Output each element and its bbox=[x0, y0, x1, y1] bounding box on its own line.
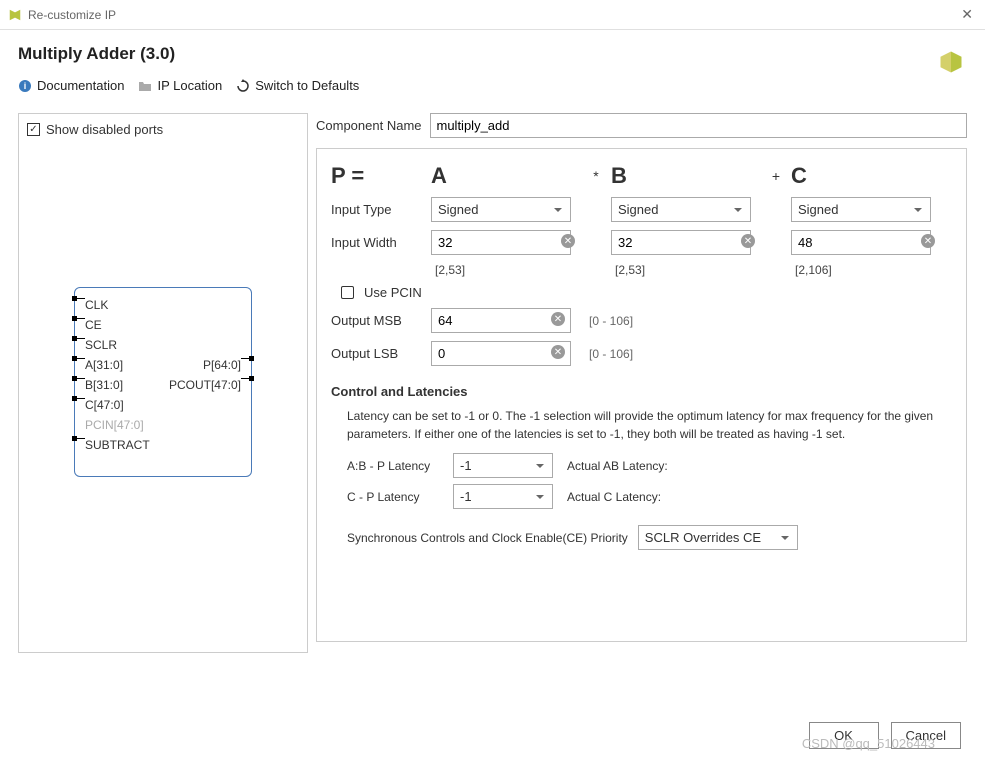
switch-defaults-link[interactable]: Switch to Defaults bbox=[236, 78, 359, 93]
ok-button[interactable]: OK bbox=[809, 722, 879, 749]
port-sclr: SCLR bbox=[85, 338, 117, 352]
show-disabled-label: Show disabled ports bbox=[46, 122, 163, 137]
switch-defaults-label: Switch to Defaults bbox=[255, 78, 359, 93]
ip-block-diagram: CLK CE SCLR A[31:0] B[31:0] C[47:0] PCIN… bbox=[74, 287, 252, 477]
clear-icon[interactable]: ✕ bbox=[561, 234, 575, 248]
info-icon: i bbox=[18, 79, 32, 93]
window-title: Re-customize IP bbox=[28, 8, 957, 22]
c-latency-select[interactable]: -1 bbox=[453, 484, 553, 509]
show-disabled-checkbox[interactable]: ✓ bbox=[27, 123, 40, 136]
formula-star: * bbox=[581, 168, 611, 184]
output-lsb-label: Output LSB bbox=[331, 346, 421, 361]
c-width-range: [2,106] bbox=[791, 263, 941, 277]
output-msb-input[interactable] bbox=[431, 308, 571, 333]
port-pcin: PCIN[47:0] bbox=[85, 418, 144, 432]
documentation-label: Documentation bbox=[37, 78, 124, 93]
output-msb-hint: [0 - 106] bbox=[589, 314, 633, 328]
close-icon[interactable]: ✕ bbox=[957, 6, 977, 23]
port-ce: CE bbox=[85, 318, 102, 332]
input-type-label: Input Type bbox=[331, 202, 431, 217]
app-logo-icon bbox=[8, 8, 22, 22]
clear-icon[interactable]: ✕ bbox=[921, 234, 935, 248]
priority-label: Synchronous Controls and Clock Enable(CE… bbox=[347, 531, 628, 545]
svg-text:i: i bbox=[24, 81, 27, 91]
config-panel: P = A * B + C Input Type Signed Signed S… bbox=[316, 148, 967, 642]
b-width-range: [2,53] bbox=[611, 263, 761, 277]
ab-latency-label: A:B - P Latency bbox=[347, 459, 443, 473]
vendor-logo-icon bbox=[937, 48, 965, 76]
component-name-label: Component Name bbox=[316, 118, 422, 133]
latency-description: Latency can be set to -1 or 0. The -1 se… bbox=[347, 407, 952, 443]
a-width-input[interactable] bbox=[431, 230, 571, 255]
c-actual-latency: Actual C Latency: bbox=[567, 490, 661, 504]
input-width-label: Input Width bbox=[331, 235, 431, 250]
port-c: C[47:0] bbox=[85, 398, 124, 412]
use-pcin-label: Use PCIN bbox=[364, 285, 422, 300]
preview-panel: ✓ Show disabled ports CLK CE SCLR A[31:0… bbox=[18, 113, 308, 653]
a-width-range: [2,53] bbox=[431, 263, 581, 277]
formula-p: P = bbox=[331, 163, 431, 189]
folder-icon bbox=[138, 79, 152, 93]
a-type-select[interactable]: Signed bbox=[431, 197, 571, 222]
b-width-input[interactable] bbox=[611, 230, 751, 255]
port-b: B[31:0] bbox=[85, 378, 123, 392]
ab-latency-select[interactable]: -1 bbox=[453, 453, 553, 478]
formula-b: B bbox=[611, 163, 761, 189]
formula-a: A bbox=[431, 163, 581, 189]
clear-icon[interactable]: ✕ bbox=[741, 234, 755, 248]
dialog-footer: OK Cancel bbox=[809, 722, 961, 749]
clear-icon[interactable]: ✕ bbox=[551, 345, 565, 359]
port-clk: CLK bbox=[85, 298, 108, 312]
port-subtract: SUBTRACT bbox=[85, 438, 150, 452]
formula-c: C bbox=[791, 163, 941, 189]
c-latency-label: C - P Latency bbox=[347, 490, 443, 504]
header: Multiply Adder (3.0) bbox=[0, 30, 985, 72]
output-msb-label: Output MSB bbox=[331, 313, 421, 328]
use-pcin-checkbox[interactable] bbox=[341, 286, 354, 299]
priority-select[interactable]: SCLR Overrides CE bbox=[638, 525, 798, 550]
port-a: A[31:0] bbox=[85, 358, 123, 372]
ip-location-label: IP Location bbox=[157, 78, 222, 93]
control-latencies-heading: Control and Latencies bbox=[331, 384, 952, 399]
b-type-select[interactable]: Signed bbox=[611, 197, 751, 222]
formula-plus: + bbox=[761, 168, 791, 184]
toolbar: i Documentation IP Location Switch to De… bbox=[0, 72, 985, 105]
component-name-input[interactable] bbox=[430, 113, 968, 138]
output-lsb-hint: [0 - 106] bbox=[589, 347, 633, 361]
ip-location-link[interactable]: IP Location bbox=[138, 78, 222, 93]
port-pcout: PCOUT[47:0] bbox=[169, 378, 241, 392]
documentation-link[interactable]: i Documentation bbox=[18, 78, 124, 93]
c-width-input[interactable] bbox=[791, 230, 931, 255]
output-lsb-input[interactable] bbox=[431, 341, 571, 366]
port-p: P[64:0] bbox=[203, 358, 241, 372]
clear-icon[interactable]: ✕ bbox=[551, 312, 565, 326]
c-type-select[interactable]: Signed bbox=[791, 197, 931, 222]
refresh-icon bbox=[236, 79, 250, 93]
page-title: Multiply Adder (3.0) bbox=[18, 44, 967, 64]
window-titlebar: Re-customize IP ✕ bbox=[0, 0, 985, 30]
ab-actual-latency: Actual AB Latency: bbox=[567, 459, 668, 473]
cancel-button[interactable]: Cancel bbox=[891, 722, 961, 749]
